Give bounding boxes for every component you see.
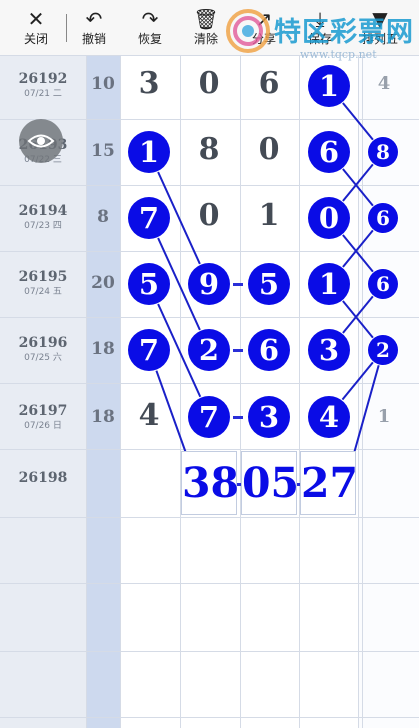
share-button[interactable]: ↗ 分享 [240,6,288,52]
prediction-box[interactable]: 38 [181,451,239,515]
marked-ball[interactable]: 7 [188,396,230,438]
marked-ball[interactable]: 8 [368,137,398,167]
marked-ball[interactable]: 1 [128,131,170,173]
dropdown-icon: ▼ [372,7,388,31]
marked-ball[interactable]: 3 [248,396,290,438]
redo-icon: ↷ [141,7,159,31]
marked-ball[interactable]: 2 [368,335,398,365]
close-button[interactable]: ✕ 关闭 [12,6,60,52]
clear-label: 清除 [193,32,218,46]
close-icon: ✕ [27,7,45,31]
marked-ball[interactable]: 7 [128,197,170,239]
marked-ball[interactable]: 3 [308,329,350,371]
link-dash [233,283,243,286]
eye-icon [27,134,55,148]
marked-ball[interactable]: 6 [308,131,350,173]
trash-icon: 🗑 [193,7,219,31]
marked-ball[interactable]: 9 [188,263,230,305]
layout-label: 排列五 [361,32,398,46]
download-icon: ⤓ [315,7,325,31]
visibility-toggle-button[interactable] [19,119,63,163]
marked-ball[interactable]: 6 [368,269,398,299]
redo-button[interactable]: ↷ 恢复 [126,6,174,52]
toolbar: ✕ 关闭 ↶ 撤销 ↷ 恢复 🗑 清除 ↗ 分享 ⤓ 保存 ▼ 排列五 特区彩票… [0,0,419,61]
close-label: 关闭 [23,32,48,46]
save-label: 保存 [307,32,332,46]
trend-grid: 26192 07/21 二 26193 07/22 三 26194 07/23 … [0,56,419,728]
marked-ball[interactable]: 4 [308,396,350,438]
marked-ball[interactable]: 6 [368,203,398,233]
undo-icon: ↶ [85,7,103,31]
marked-ball[interactable]: 1 [308,65,350,107]
prediction-box[interactable]: 27 [300,451,358,515]
chart-editor: ✕ 关闭 ↶ 撤销 ↷ 恢复 🗑 清除 ↗ 分享 ⤓ 保存 ▼ 排列五 特区彩票… [0,0,419,728]
marked-ball[interactable]: 5 [248,263,290,305]
prediction-box[interactable]: 05 [241,451,299,515]
toolbar-divider [66,14,67,42]
share-icon: ↗ [255,7,273,31]
link-dash [233,349,243,352]
clear-button[interactable]: 🗑 清除 [182,6,230,52]
marked-ball[interactable]: 1 [308,263,350,305]
undo-button[interactable]: ↶ 撤销 [70,6,118,52]
marked-ball[interactable]: 2 [188,329,230,371]
redo-label: 恢复 [137,32,162,46]
marked-ball[interactable]: 5 [128,263,170,305]
save-button[interactable]: ⤓ 保存 [296,6,344,52]
marked-ball[interactable]: 0 [308,197,350,239]
share-label: 分享 [251,32,276,46]
layout-button[interactable]: ▼ 排列五 [356,6,404,52]
connector-lines [148,85,384,497]
link-dash [233,416,243,419]
undo-label: 撤销 [81,32,106,46]
marked-ball[interactable]: 6 [248,329,290,371]
marked-ball[interactable]: 7 [128,329,170,371]
